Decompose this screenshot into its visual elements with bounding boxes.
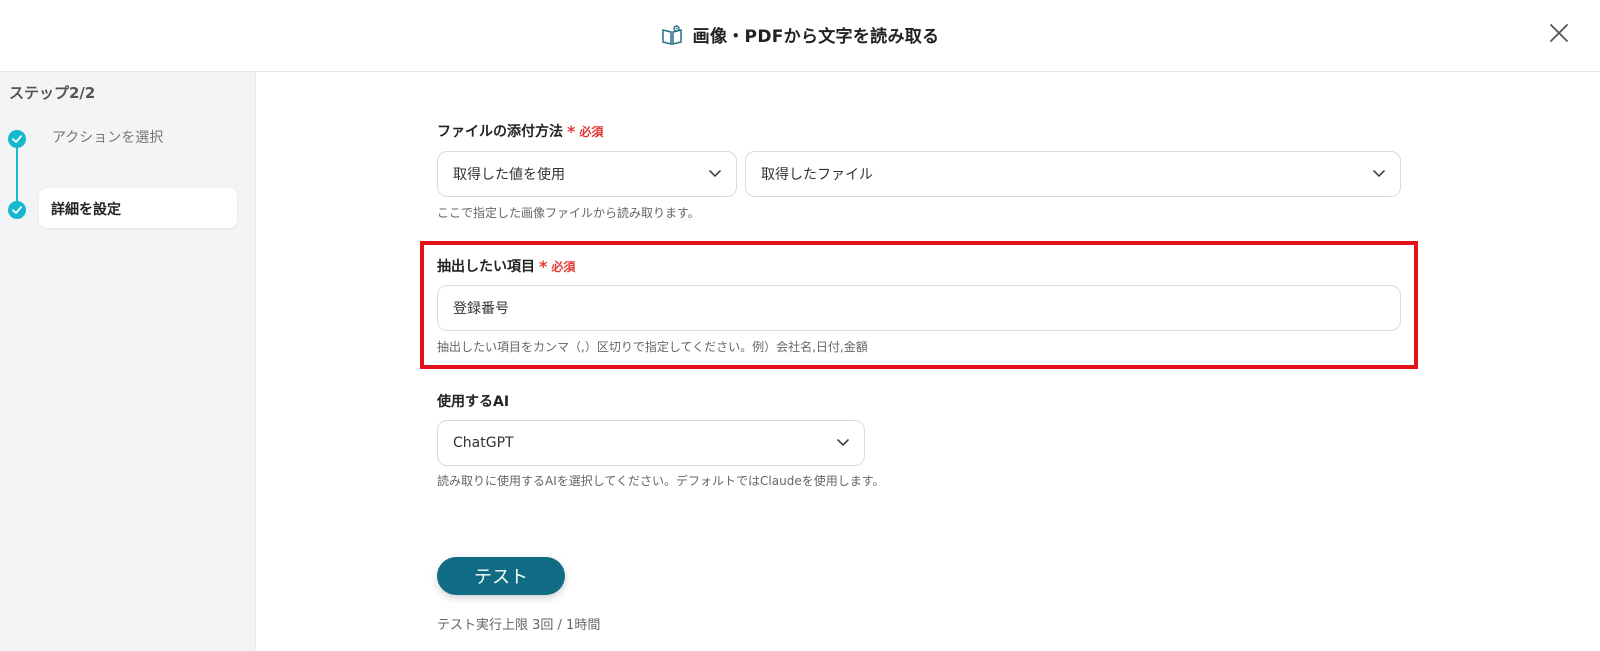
close-icon[interactable]	[1548, 22, 1570, 44]
label-text: 使用するAI	[437, 394, 510, 410]
test-limit-text: テスト実行上限 3回 / 1時間	[437, 618, 601, 633]
modal-header: 画像・PDFから文字を読み取る	[0, 0, 1600, 72]
sidebar-item-detail-settings[interactable]: 詳細を設定	[39, 188, 237, 228]
required-text: 必須	[579, 124, 604, 139]
check-icon	[8, 130, 26, 148]
highlight-box	[420, 241, 1418, 369]
ai-select[interactable]: ChatGPT	[437, 420, 865, 466]
step-title: ステップ2/2	[9, 84, 96, 102]
title-wrap: 画像・PDFから文字を読み取る	[0, 22, 1600, 47]
book-icon	[661, 24, 683, 46]
ai-help-text: 読み取りに使用するAIを選択してください。デフォルトではClaudeを使用します…	[437, 474, 885, 488]
select-value: ChatGPT	[453, 435, 514, 451]
page-title: 画像・PDFから文字を読み取る	[692, 27, 940, 47]
attach-method-label: ファイルの添付方法 * 必須	[437, 121, 603, 141]
attach-file-select[interactable]: 取得したファイル	[745, 151, 1401, 197]
attach-method-select[interactable]: 取得した値を使用	[437, 151, 737, 197]
check-icon	[8, 201, 26, 219]
sidebar-item-select-action[interactable]: アクションを選択	[52, 127, 163, 147]
sidebar-item-label: 詳細を設定	[51, 202, 121, 218]
label-text: ファイルの添付方法	[437, 124, 563, 140]
attach-help-text: ここで指定した画像ファイルから読み取ります。	[437, 206, 700, 220]
test-button[interactable]: テスト	[437, 557, 565, 595]
step-connector	[16, 140, 18, 210]
select-value: 取得した値を使用	[453, 167, 565, 183]
required-mark: *	[567, 121, 576, 141]
ai-label: 使用するAI	[437, 391, 509, 411]
chevron-down-icon	[709, 170, 721, 178]
select-value: 取得したファイル	[761, 167, 873, 183]
step-sidebar: ステップ2/2 アクションを選択 詳細を設定	[0, 72, 256, 651]
chevron-down-icon	[1373, 170, 1385, 178]
chevron-down-icon	[837, 439, 849, 447]
